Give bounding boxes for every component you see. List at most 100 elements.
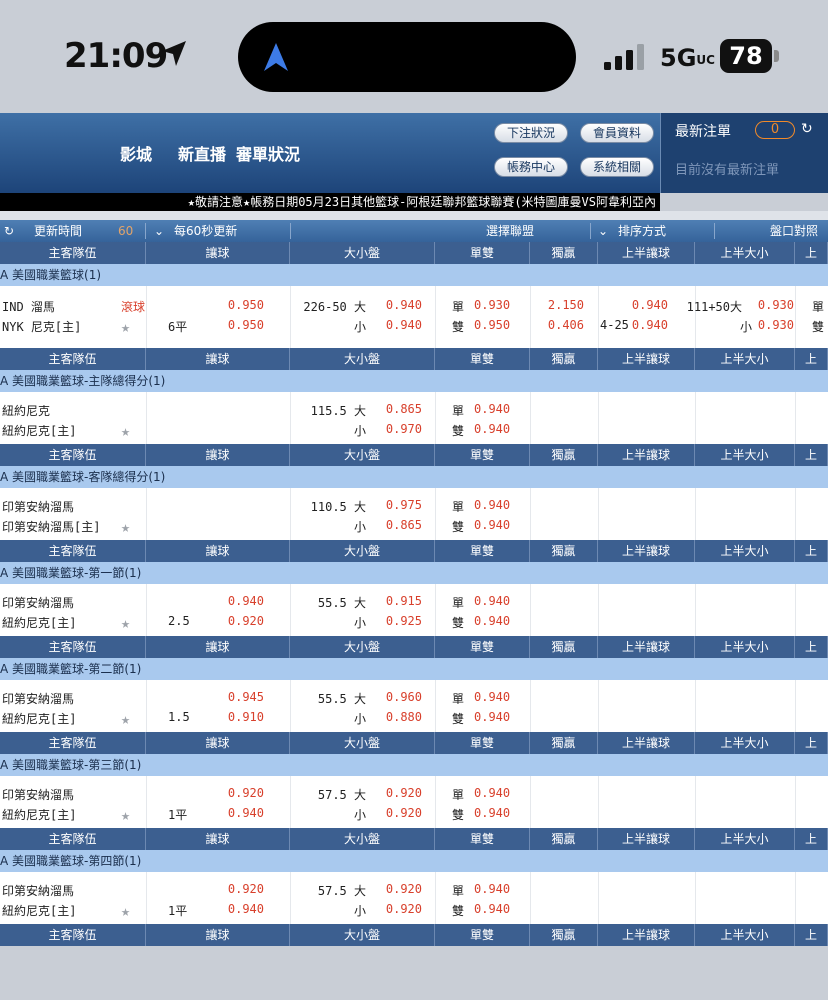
favorite-star-icon[interactable]: ★ — [121, 422, 130, 440]
handicap-away-odds[interactable]: 0.940 — [204, 902, 264, 916]
under-odds[interactable]: 0.880 — [372, 710, 422, 724]
nav-link-review-status[interactable]: 審單狀況 — [236, 141, 300, 165]
favorite-star-icon[interactable]: ★ — [121, 518, 130, 536]
column-header-ml: 獨贏 — [530, 540, 598, 562]
odd-label: 單 — [452, 788, 465, 802]
handicap-away-odds[interactable]: 0.910 — [204, 710, 264, 724]
sort-by-select[interactable]: 排序方式 — [618, 220, 666, 242]
home-team-name: 印第安納溜馬 — [2, 596, 75, 610]
over-odds[interactable]: 0.940 — [372, 298, 422, 312]
column-header-h1: 上半讓球 — [598, 636, 695, 658]
league-row[interactable]: A 美國職業籃球-客隊總得分(1) — [0, 466, 828, 488]
update-interval-select[interactable]: 每60秒更新 — [174, 220, 237, 242]
nav-link-live[interactable]: 新直播 — [178, 141, 226, 165]
even-label: 雙 — [452, 424, 465, 438]
refresh-icon[interactable]: ↻ — [801, 121, 813, 137]
favorite-star-icon[interactable]: ★ — [121, 806, 130, 824]
event-row: 印第安納溜馬 紐約尼克[主] ★ 1平 0.920 0.940 57.5 大小 0.920 0.… — [0, 776, 828, 828]
favorite-star-icon[interactable]: ★ — [121, 614, 130, 632]
even-odds[interactable]: 0.950 — [474, 318, 510, 332]
handicap-away-odds[interactable]: 0.950 — [204, 318, 264, 332]
column-header-ou: 大小盤 — [290, 348, 435, 370]
favorite-star-icon[interactable]: ★ — [121, 318, 130, 336]
even-odds[interactable]: 0.940 — [474, 806, 510, 820]
over-odds[interactable]: 0.975 — [372, 498, 422, 512]
moneyline-home-odds[interactable]: 2.150 — [534, 298, 584, 312]
odd-label: 單 — [452, 596, 465, 610]
bet-status-button[interactable]: 下注狀況 — [494, 123, 568, 143]
even-odds[interactable]: 0.940 — [474, 422, 510, 436]
under-odds[interactable]: 0.920 — [372, 806, 422, 820]
column-header-hdp: 讓球 — [146, 444, 290, 466]
odd-odds[interactable]: 0.930 — [474, 298, 510, 312]
away-team-name: 紐約尼克[主] — [2, 424, 77, 438]
handicap-home-odds[interactable]: 0.940 — [204, 594, 264, 608]
odd-odds[interactable]: 0.940 — [474, 786, 510, 800]
extra-even-label: 雙 — [812, 320, 825, 334]
handicap-away-odds[interactable]: 0.920 — [204, 614, 264, 628]
handicap-home-odds[interactable]: 0.945 — [204, 690, 264, 704]
even-odds[interactable]: 0.940 — [474, 902, 510, 916]
over-odds[interactable]: 0.865 — [372, 402, 422, 416]
account-center-button[interactable]: 帳務中心 — [494, 157, 568, 177]
under-odds[interactable]: 0.925 — [372, 614, 422, 628]
home-team-name: 紐約尼克 — [2, 404, 51, 418]
even-label: 雙 — [452, 616, 465, 630]
column-header-h1x: 上 — [795, 348, 828, 370]
away-team-name: NYK 尼克[主] — [2, 320, 82, 334]
system-button[interactable]: 系統相關 — [580, 157, 654, 177]
favorite-star-icon[interactable]: ★ — [121, 902, 130, 920]
league-row[interactable]: A 美國職業籃球-主隊總得分(1) — [0, 370, 828, 392]
even-odds[interactable]: 0.940 — [474, 614, 510, 628]
handicap-home-odds[interactable]: 0.920 — [204, 786, 264, 800]
column-header-row: 主客隊伍 讓球 大小盤 單雙 獨贏 上半讓球 上半大小上 — [0, 636, 828, 658]
member-info-button[interactable]: 會員資料 — [580, 123, 654, 143]
odd-odds[interactable]: 0.940 — [474, 594, 510, 608]
league-row[interactable]: A 美國職業籃球(1) — [0, 264, 828, 286]
odd-odds[interactable]: 0.940 — [474, 402, 510, 416]
over-under-line: 115.5 大 — [310, 404, 366, 418]
odd-odds[interactable]: 0.940 — [474, 882, 510, 896]
first-half-under-odds[interactable]: 0.930 — [742, 318, 794, 332]
odd-odds[interactable]: 0.940 — [474, 690, 510, 704]
handicap-home-odds[interactable]: 0.920 — [204, 882, 264, 896]
first-half-home-odds[interactable]: 0.940 — [618, 298, 668, 312]
over-odds[interactable]: 0.920 — [372, 786, 422, 800]
battery-tip — [774, 50, 779, 62]
favorite-star-icon[interactable]: ★ — [121, 710, 130, 728]
under-odds[interactable]: 0.970 — [372, 422, 422, 436]
even-odds[interactable]: 0.940 — [474, 518, 510, 532]
handicap-home-odds[interactable]: 0.950 — [204, 298, 264, 312]
chevron-down-icon[interactable]: ⌄ — [598, 220, 608, 242]
select-league-button[interactable]: 選擇聯盟 — [486, 220, 534, 242]
even-odds[interactable]: 0.940 — [474, 710, 510, 724]
column-header-ml: 獨贏 — [530, 828, 598, 850]
under-label: 小 — [353, 904, 366, 918]
over-odds[interactable]: 0.960 — [372, 690, 422, 704]
chevron-down-icon[interactable]: ⌄ — [154, 220, 164, 242]
under-odds[interactable]: 0.865 — [372, 518, 422, 532]
handicap-line: 6平 — [168, 320, 188, 334]
column-header-ml: 獨贏 — [530, 636, 598, 658]
first-half-away-odds[interactable]: 0.940 — [618, 318, 668, 332]
nav-link-cinema[interactable]: 影城 — [120, 141, 152, 165]
league-row[interactable]: A 美國職業籃球-第三節(1) — [0, 754, 828, 776]
odd-odds[interactable]: 0.940 — [474, 498, 510, 512]
column-header-team: 主客隊伍 — [0, 242, 146, 264]
moneyline-away-odds[interactable]: 0.406 — [534, 318, 584, 332]
league-row[interactable]: A 美國職業籃球-第一節(1) — [0, 562, 828, 584]
first-half-over-odds[interactable]: 0.930 — [742, 298, 794, 312]
column-header-h1: 上半讓球 — [598, 242, 695, 264]
under-odds[interactable]: 0.920 — [372, 902, 422, 916]
over-odds[interactable]: 0.920 — [372, 882, 422, 896]
refresh-icon[interactable]: ↻ — [4, 220, 14, 242]
handicap-away-odds[interactable]: 0.940 — [204, 806, 264, 820]
column-header-team: 主客隊伍 — [0, 924, 146, 946]
update-time-label[interactable]: 更新時間 — [34, 220, 82, 242]
league-row[interactable]: A 美國職業籃球-第四節(1) — [0, 850, 828, 872]
over-odds[interactable]: 0.915 — [372, 594, 422, 608]
column-header-hdp: 讓球 — [146, 348, 290, 370]
under-odds[interactable]: 0.940 — [372, 318, 422, 332]
column-header-row: 主客隊伍 讓球 大小盤 單雙 獨贏 上半讓球 上半大小上 — [0, 348, 828, 370]
league-row[interactable]: A 美國職業籃球-第二節(1) — [0, 658, 828, 680]
